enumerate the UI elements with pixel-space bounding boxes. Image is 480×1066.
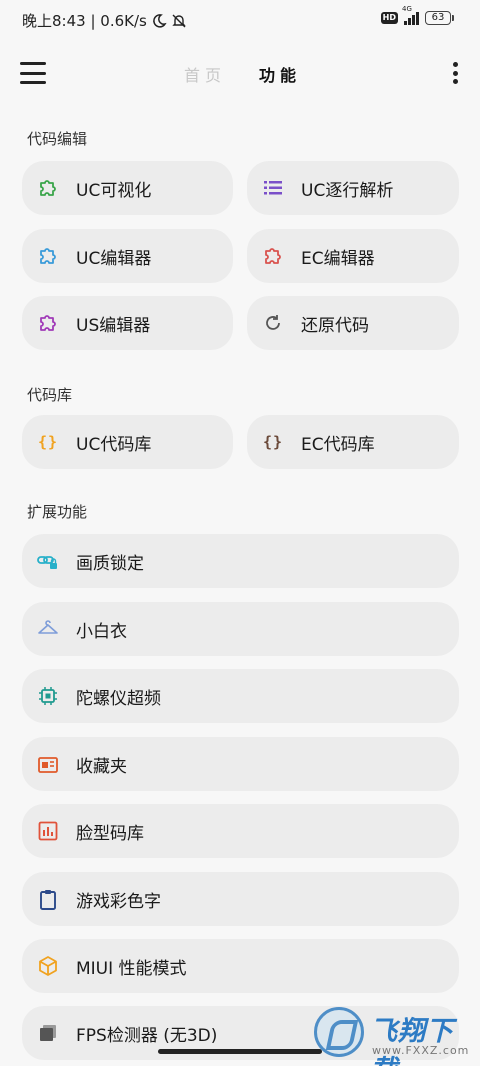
braces-icon: {} bbox=[37, 433, 59, 451]
clipboard-icon bbox=[37, 888, 59, 910]
card-label: MIUI 性能模式 bbox=[76, 959, 187, 979]
card-label: UC编辑器 bbox=[76, 249, 152, 269]
puzzle-edit-icon bbox=[37, 245, 59, 267]
moon-icon bbox=[152, 13, 167, 28]
card-uc-code-lib[interactable]: {} UC代码库 bbox=[22, 415, 233, 469]
folder-icon bbox=[37, 753, 59, 775]
list-icon bbox=[262, 177, 284, 199]
card-label: 陀螺仪超频 bbox=[76, 689, 161, 709]
battery-level: 63 bbox=[425, 11, 451, 25]
card-quality-lock[interactable]: 画质锁定 bbox=[22, 534, 459, 588]
chip-icon bbox=[37, 685, 59, 707]
link-lock-icon bbox=[37, 550, 59, 572]
more-vert-icon[interactable] bbox=[452, 62, 458, 84]
hanger-icon bbox=[37, 618, 59, 640]
status-bar: 晚上8:43 | 0.6K/s HD 4G 63 bbox=[0, 0, 480, 40]
section-title-code-edit: 代码编辑 bbox=[27, 130, 88, 148]
card-ec-code-lib[interactable]: {} EC代码库 bbox=[247, 415, 459, 469]
cube-icon bbox=[37, 955, 59, 977]
section-title-code-library: 代码库 bbox=[27, 386, 73, 404]
card-label: 小白衣 bbox=[76, 622, 127, 642]
card-label: 游戏彩色字 bbox=[76, 892, 161, 912]
card-uc-editor[interactable]: UC编辑器 bbox=[22, 229, 233, 283]
card-miui-perf[interactable]: MIUI 性能模式 bbox=[22, 939, 459, 993]
status-left: 晚上8:43 | 0.6K/s bbox=[22, 10, 187, 31]
puzzle-edit-icon bbox=[37, 177, 59, 199]
status-right: HD 4G 63 bbox=[380, 5, 454, 25]
tab-home[interactable]: 首页 bbox=[184, 62, 226, 86]
bell-muted-icon bbox=[172, 14, 186, 27]
card-ec-editor[interactable]: EC编辑器 bbox=[247, 229, 459, 283]
tab-function[interactable]: 功能 bbox=[259, 62, 301, 86]
card-label: 还原代码 bbox=[301, 316, 369, 336]
watermark-text: 飞翔下载 bbox=[370, 1016, 454, 1066]
puzzle-edit-icon bbox=[262, 245, 284, 267]
layers-icon bbox=[37, 1022, 59, 1044]
card-us-editor[interactable]: US编辑器 bbox=[22, 296, 233, 350]
card-label: FPS检测器 (无3D) bbox=[76, 1026, 218, 1046]
braces-icon: {} bbox=[262, 433, 284, 451]
card-label: 收藏夹 bbox=[76, 757, 127, 777]
card-label: US编辑器 bbox=[76, 316, 151, 336]
bar-chart-icon bbox=[37, 820, 59, 842]
card-label: 脸型码库 bbox=[76, 824, 144, 844]
card-face-code-lib[interactable]: 脸型码库 bbox=[22, 804, 459, 858]
card-label: EC代码库 bbox=[301, 435, 375, 455]
card-label: UC逐行解析 bbox=[301, 181, 394, 201]
puzzle-edit-icon bbox=[37, 312, 59, 334]
card-label: EC编辑器 bbox=[301, 249, 375, 269]
card-uc-visual[interactable]: UC可视化 bbox=[22, 161, 233, 215]
watermark-logo: 飞翔下载 www.FXXZ.com bbox=[312, 1005, 477, 1066]
section-title-extended: 扩展功能 bbox=[27, 503, 88, 521]
watermark-url: www.FXXZ.com bbox=[372, 1044, 470, 1057]
status-time-speed: 晚上8:43 | 0.6K/s bbox=[22, 12, 147, 30]
hd-badge: HD bbox=[380, 12, 398, 24]
signal-icon: 4G bbox=[402, 5, 419, 25]
card-favorites[interactable]: 收藏夹 bbox=[22, 737, 459, 791]
card-label: 画质锁定 bbox=[76, 554, 144, 574]
network-type: 4G bbox=[402, 5, 412, 13]
card-uc-line-parse[interactable]: UC逐行解析 bbox=[247, 161, 459, 215]
app-bar: 首页 功能 bbox=[0, 50, 480, 96]
card-game-color-text[interactable]: 游戏彩色字 bbox=[22, 872, 459, 926]
refresh-icon bbox=[262, 312, 284, 334]
menu-icon[interactable] bbox=[20, 62, 46, 84]
card-label: UC可视化 bbox=[76, 181, 152, 201]
battery-icon: 63 bbox=[425, 11, 454, 25]
card-gyro-freq[interactable]: 陀螺仪超频 bbox=[22, 669, 459, 723]
card-xiaobaiyi[interactable]: 小白衣 bbox=[22, 602, 459, 656]
card-label: UC代码库 bbox=[76, 435, 152, 455]
home-indicator[interactable] bbox=[158, 1049, 322, 1054]
card-restore-code[interactable]: 还原代码 bbox=[247, 296, 459, 350]
